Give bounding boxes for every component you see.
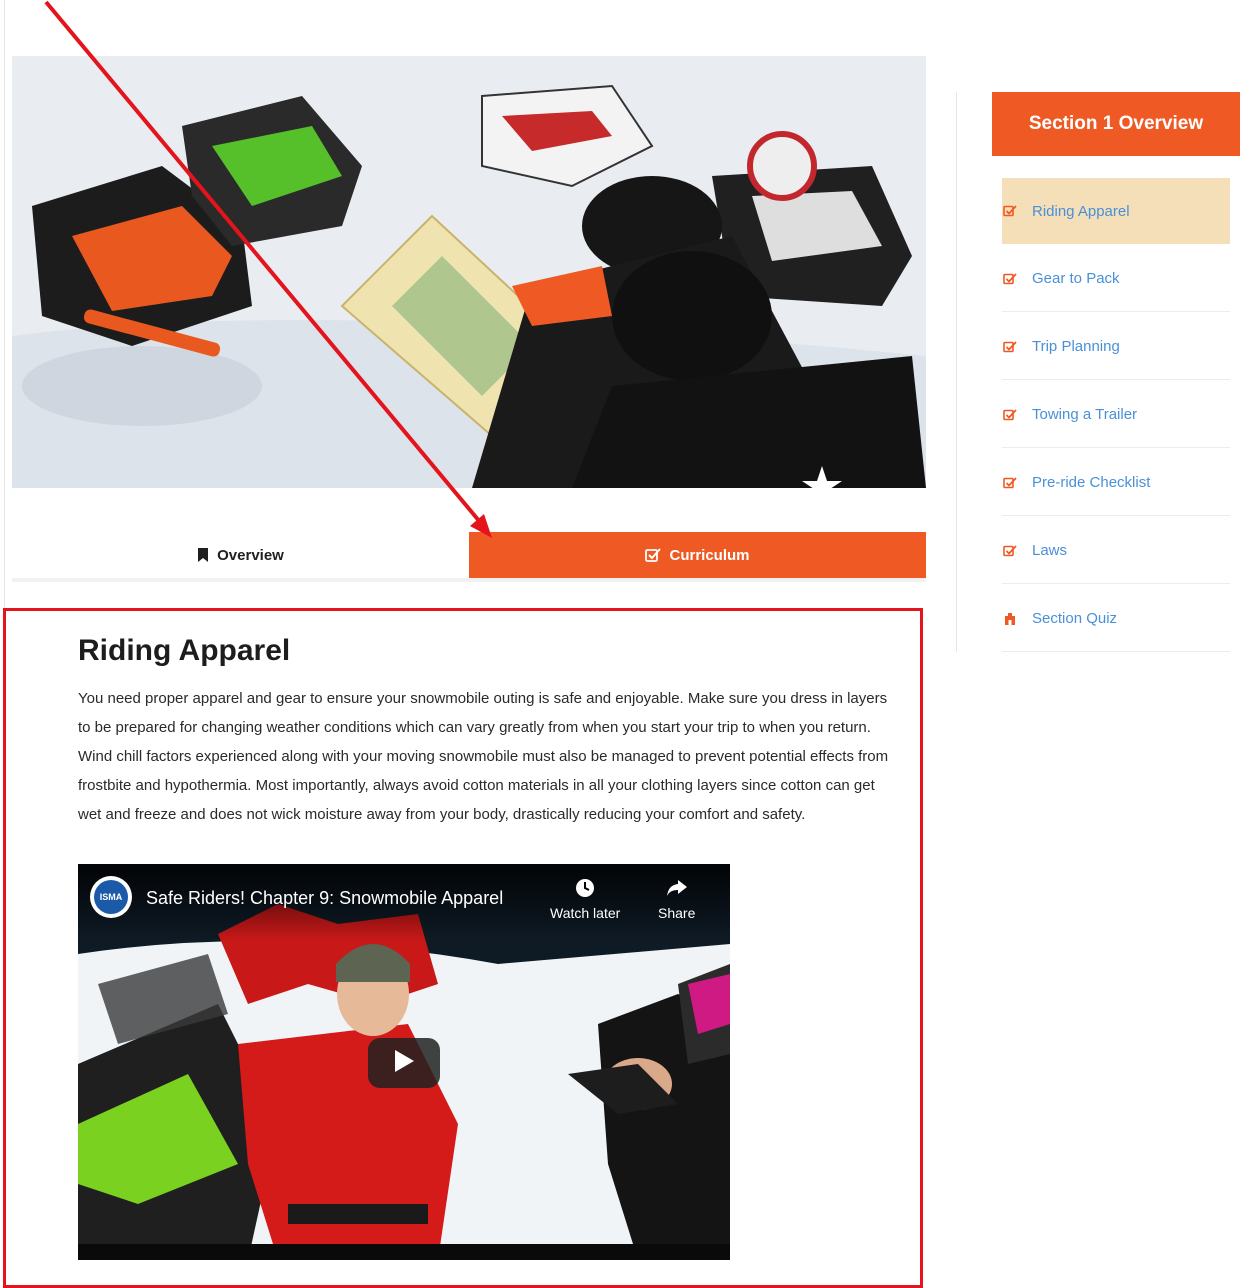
tab-overview[interactable]: Overview <box>12 532 469 578</box>
clock-icon <box>575 878 595 901</box>
checkbox-icon <box>1002 340 1018 353</box>
share-icon <box>666 878 688 901</box>
sidebar-item-section-quiz[interactable]: Section Quiz <box>1002 586 1230 652</box>
tab-overview-label: Overview <box>217 546 284 564</box>
share-button[interactable]: Share <box>658 878 695 921</box>
lesson-body: You need proper apparel and gear to ensu… <box>78 690 889 823</box>
sidebar-item-laws[interactable]: Laws <box>1002 518 1230 584</box>
tabs-divider <box>12 578 926 582</box>
video-bottom-bar <box>78 1244 730 1260</box>
checkbox-icon <box>1002 544 1018 557</box>
watch-later-label: Watch later <box>550 905 621 921</box>
share-label: Share <box>658 905 696 921</box>
video-player[interactable]: ISMA Safe Riders! Chapter 9: Snowmobile … <box>78 864 730 1260</box>
checkbox-icon <box>1002 408 1018 421</box>
tab-curriculum-label: Curriculum <box>669 546 750 564</box>
sidebar-lesson-list: Riding Apparel Gear to Pack Trip Plannin… <box>1002 178 1230 654</box>
sidebar-item-label: Trip Planning <box>1032 338 1120 355</box>
sidebar-item-towing-a-trailer[interactable]: Towing a Trailer <box>1002 382 1230 448</box>
play-button[interactable] <box>368 1038 440 1088</box>
sidebar-item-label: Towing a Trailer <box>1032 406 1138 423</box>
hero-image <box>12 56 926 488</box>
sidebar-item-label: Gear to Pack <box>1032 270 1120 287</box>
watch-later-button[interactable]: Watch later <box>550 878 620 921</box>
sidebar-divider <box>956 92 957 652</box>
sidebar-item-riding-apparel[interactable]: Riding Apparel <box>1002 178 1230 244</box>
sidebar-item-pre-ride-checklist[interactable]: Pre-ride Checklist <box>1002 450 1230 516</box>
checkbox-icon <box>1002 272 1018 285</box>
sidebar-item-trip-planning[interactable]: Trip Planning <box>1002 314 1230 380</box>
video-title[interactable]: Safe Riders! Chapter 9: Snowmobile Appar… <box>146 888 503 909</box>
channel-logo[interactable]: ISMA <box>90 876 132 918</box>
tab-curriculum[interactable]: Curriculum <box>469 532 926 578</box>
lesson-title: Riding Apparel <box>78 634 291 667</box>
sidebar-item-label: Section Quiz <box>1032 610 1118 627</box>
sidebar-item-label: Laws <box>1032 542 1068 559</box>
checkbox-icon <box>1002 476 1018 489</box>
quiz-icon <box>1002 612 1018 626</box>
sidebar-item-label: Pre-ride Checklist <box>1032 474 1151 491</box>
sidebar-item-gear-to-pack[interactable]: Gear to Pack <box>1002 246 1230 312</box>
checkbox-icon <box>645 548 662 562</box>
section-header[interactable]: Section 1 Overview <box>992 92 1240 156</box>
bookmark-icon <box>197 548 209 562</box>
content-tabs: Overview Curriculum <box>12 532 926 578</box>
sidebar-item-label: Riding Apparel <box>1032 202 1130 220</box>
checkbox-icon <box>1002 205 1018 217</box>
channel-logo-text: ISMA <box>94 880 128 914</box>
play-icon <box>393 1049 415 1078</box>
